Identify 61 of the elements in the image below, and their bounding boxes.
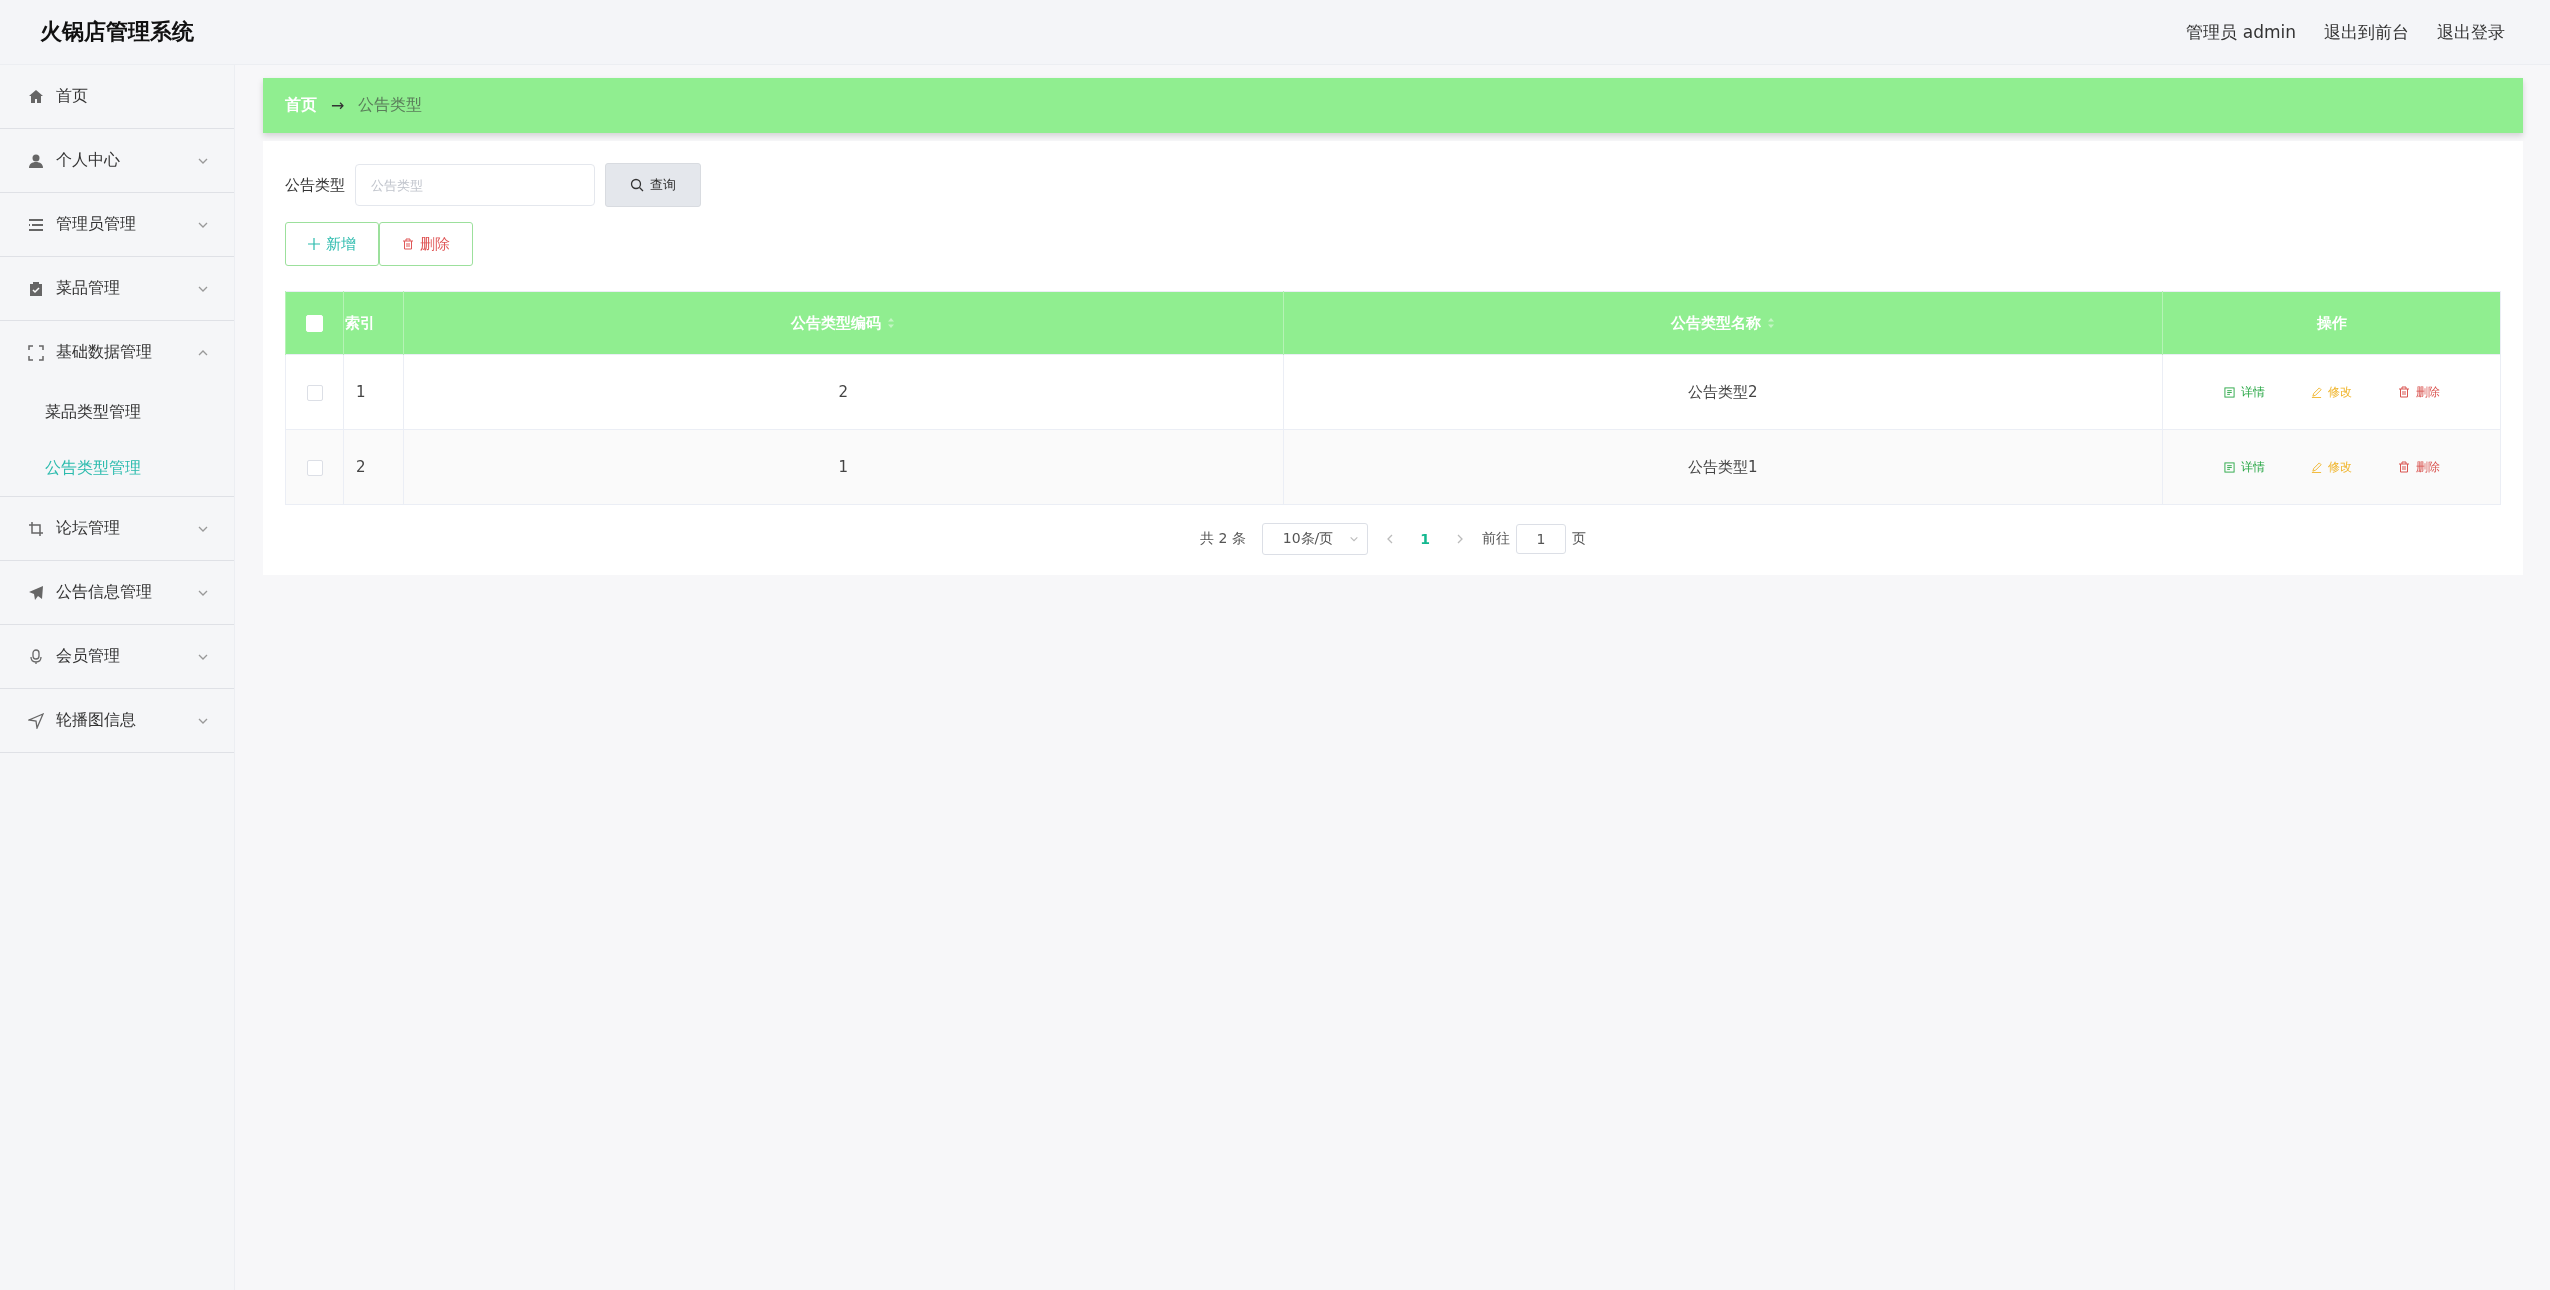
sort-icon: [1766, 317, 1775, 329]
sort-icon: [887, 317, 896, 329]
trash-icon: [2397, 461, 2410, 473]
sidebar-item[interactable]: 首页: [0, 65, 234, 128]
sidebar-item[interactable]: 个人中心: [0, 129, 234, 192]
header-link[interactable]: 管理员 admin: [2186, 20, 2296, 44]
breadcrumb-separator: →: [331, 96, 345, 115]
paper-plane-icon: [28, 584, 44, 601]
column-header: 操作: [2316, 313, 2347, 333]
sidebar-item[interactable]: 会员管理: [0, 625, 234, 688]
corners-icon: [28, 344, 44, 361]
sidebar-item[interactable]: 基础数据管理: [0, 321, 234, 384]
home-icon: [28, 88, 44, 105]
header-link[interactable]: 退出登录: [2437, 20, 2505, 44]
table-cell: 1: [838, 458, 848, 476]
trash-icon: [2397, 386, 2410, 398]
document-icon: [2223, 386, 2235, 398]
page-suffix: 页: [1572, 530, 1587, 548]
trash-icon: [402, 238, 414, 250]
search-field[interactable]: 公告类型: [355, 164, 595, 206]
table-cell: 1: [356, 383, 366, 401]
clipboard-icon: [28, 280, 44, 297]
sidebar-item[interactable]: 轮播图信息: [0, 689, 234, 752]
column-header: 索引: [345, 313, 375, 333]
total-count: 共 2 条: [1199, 530, 1246, 548]
list-icon: [28, 216, 44, 233]
search-button[interactable]: 查询: [605, 163, 701, 207]
row-checkbox[interactable]: [306, 459, 323, 476]
navigation-icon: [28, 712, 44, 729]
table-cell: 2: [356, 458, 366, 476]
page-size-select[interactable]: 10条/页: [1261, 523, 1369, 555]
crop-icon: [28, 520, 44, 537]
document-icon: [2223, 461, 2235, 473]
app-title: 火锅店管理系统: [40, 18, 194, 46]
search-icon: [630, 178, 644, 192]
select-all-checkbox[interactable]: [306, 315, 323, 332]
chevron-icon: [1349, 534, 1360, 544]
pencil-icon: [2310, 461, 2322, 473]
column-header: 公告类型名称: [1670, 313, 1761, 333]
sidebar-item[interactable]: 管理员管理: [0, 193, 234, 256]
delete-button[interactable]: 删除: [2389, 452, 2448, 482]
sidebar-item[interactable]: 菜品管理: [0, 257, 234, 320]
sidebar-item[interactable]: 公告信息管理: [0, 561, 234, 624]
submenu-item[interactable]: 菜品类型管理: [0, 384, 234, 440]
page-input[interactable]: 1: [1516, 524, 1567, 554]
plus-icon: [308, 238, 320, 250]
breadcrumb-item: 公告类型: [358, 95, 423, 116]
row-checkbox[interactable]: [306, 384, 323, 401]
sidebar-item[interactable]: 论坛管理: [0, 497, 234, 560]
table-cell: 公告类型2: [1687, 382, 1758, 401]
goto-label: 前往: [1482, 530, 1511, 548]
delete-button[interactable]: 删除: [379, 222, 473, 266]
column-header: 公告类型编码: [791, 313, 882, 333]
table-cell: 2: [838, 383, 848, 401]
pencil-icon: [2310, 386, 2322, 398]
table-cell: 公告类型1: [1687, 457, 1758, 476]
header-link[interactable]: 退出到前台: [2324, 20, 2409, 44]
delete-button[interactable]: 删除: [2389, 377, 2448, 407]
user-icon: [28, 152, 44, 169]
microphone-icon: [28, 648, 44, 665]
search-label: 公告类型: [285, 175, 345, 195]
